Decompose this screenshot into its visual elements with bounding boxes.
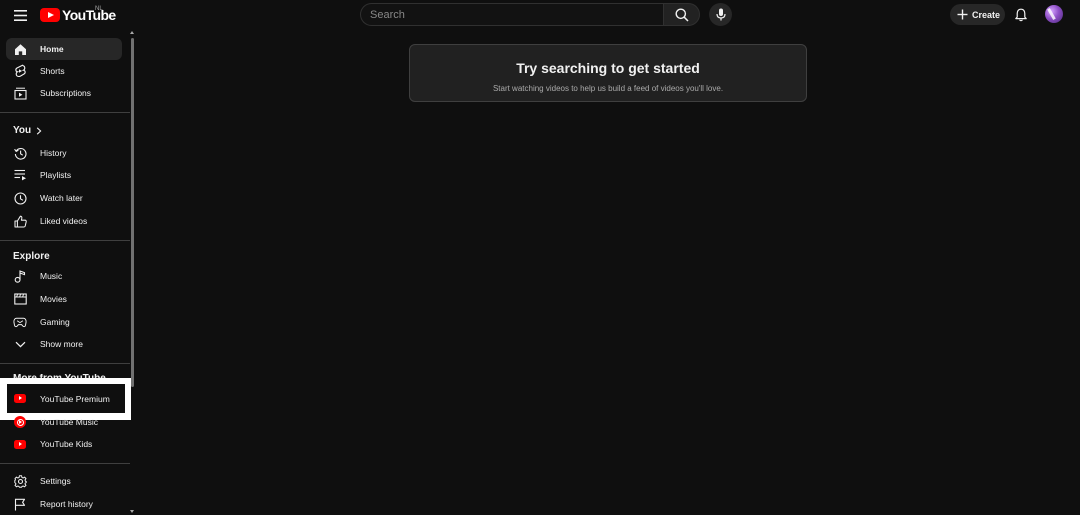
- search-input[interactable]: [360, 3, 663, 26]
- search-button[interactable]: [663, 3, 700, 26]
- sidebar-item-label: Liked videos: [40, 216, 88, 226]
- youtube-logo-icon: [40, 8, 60, 22]
- chevron-down-icon: [13, 337, 27, 351]
- music-note-icon: [13, 269, 27, 283]
- plus-icon: [957, 9, 968, 20]
- section-explore: Explore: [13, 251, 50, 262]
- clapperboard-icon: [13, 292, 27, 306]
- sidebar-item-music[interactable]: Music: [6, 265, 122, 287]
- empty-feed-card: Try searching to get started Start watch…: [409, 44, 807, 102]
- sidebar-item-youtube-kids[interactable]: YouTube Kids: [6, 433, 122, 455]
- sidebar-item-label: Shorts: [40, 66, 65, 76]
- empty-feed-subtitle: Start watching videos to help us build a…: [492, 84, 724, 93]
- sidebar-item-label: YouTube Kids: [40, 439, 93, 449]
- sidebar-item-label: Music: [40, 271, 63, 281]
- sidebar-item-label: Movies: [40, 294, 67, 304]
- sidebar-divider: [0, 240, 130, 241]
- playlists-icon: [13, 168, 27, 182]
- sidebar-item-shorts[interactable]: Shorts: [6, 60, 122, 82]
- sidebar-item-label: Settings: [40, 476, 71, 486]
- sidebar-item-youtube-music[interactable]: YouTube Music: [6, 411, 122, 433]
- sidebar-divider: [0, 463, 130, 464]
- empty-feed-title: Try searching to get started: [516, 60, 700, 76]
- sidebar-item-report-history[interactable]: Report history: [6, 493, 122, 515]
- scroll-down-arrow-icon[interactable]: [130, 510, 134, 513]
- avatar[interactable]: [1045, 5, 1063, 23]
- sidebar-item-subscriptions[interactable]: Subscriptions: [6, 82, 122, 104]
- history-icon: [13, 146, 27, 160]
- sidebar-item-label: History: [40, 148, 67, 158]
- sidebar-item-label: Subscriptions: [40, 88, 92, 98]
- voice-search-button[interactable]: [709, 3, 732, 26]
- sidebar-item-gaming[interactable]: Gaming: [6, 311, 122, 333]
- gear-icon: [13, 474, 27, 488]
- sidebar-item-home[interactable]: Home: [6, 38, 122, 60]
- flag-icon: [13, 497, 27, 511]
- sidebar-item-playlists[interactable]: Playlists: [6, 164, 122, 186]
- sidebar-item-history[interactable]: History: [6, 142, 122, 164]
- top-bar: YouTube NL Create: [0, 0, 1080, 30]
- youtube-premium-icon: [13, 392, 27, 406]
- clock-icon: [13, 191, 27, 205]
- sidebar-item-label: Playlists: [40, 170, 72, 180]
- create-button[interactable]: Create: [950, 4, 1005, 25]
- search-icon: [675, 8, 689, 22]
- sidebar-item-label: Watch later: [40, 193, 83, 203]
- thumbs-up-icon: [13, 214, 27, 228]
- hamburger-menu-icon: [13, 9, 27, 21]
- sidebar-item-label: Report history: [40, 499, 93, 509]
- sidebar-item-movies[interactable]: Movies: [6, 288, 122, 310]
- subscriptions-icon: [13, 86, 27, 100]
- create-label: Create: [972, 9, 1001, 20]
- microphone-icon: [715, 8, 726, 21]
- region-code: NL: [95, 6, 103, 12]
- youtube-music-icon: [13, 415, 27, 429]
- search-bar: [360, 3, 700, 26]
- sidebar-item-youtube-premium[interactable]: YouTube Premium: [7, 384, 125, 413]
- menu-button[interactable]: [8, 4, 32, 26]
- sidebar-divider: [0, 363, 130, 364]
- sidebar-item-settings[interactable]: Settings: [6, 470, 122, 492]
- section-you[interactable]: You: [13, 125, 42, 136]
- youtube-kids-icon: [13, 437, 27, 451]
- gamepad-icon: [13, 315, 27, 329]
- sidebar-item-label: YouTube Premium: [40, 393, 110, 404]
- bell-icon: [1015, 8, 1027, 22]
- scroll-up-arrow-icon[interactable]: [130, 31, 134, 34]
- sidebar-item-liked-videos[interactable]: Liked videos: [6, 210, 122, 232]
- notifications-button[interactable]: [1011, 5, 1031, 25]
- sidebar-item-label: Show more: [40, 339, 83, 349]
- sidebar-scroll-thumb[interactable]: [131, 38, 134, 387]
- youtube-logo[interactable]: YouTube: [40, 5, 116, 25]
- shorts-icon: [13, 64, 27, 78]
- chevron-right-icon: [36, 126, 42, 135]
- sidebar-item-show-more[interactable]: Show more: [6, 333, 122, 355]
- home-icon: [13, 42, 27, 56]
- sidebar-item-label: Home: [40, 44, 64, 54]
- sidebar-item-label: Gaming: [40, 317, 70, 327]
- logo-text: YouTube: [62, 7, 116, 23]
- sidebar-item-label: YouTube Music: [40, 417, 98, 427]
- sidebar-divider: [0, 112, 130, 113]
- sidebar-item-watch-later[interactable]: Watch later: [6, 187, 122, 209]
